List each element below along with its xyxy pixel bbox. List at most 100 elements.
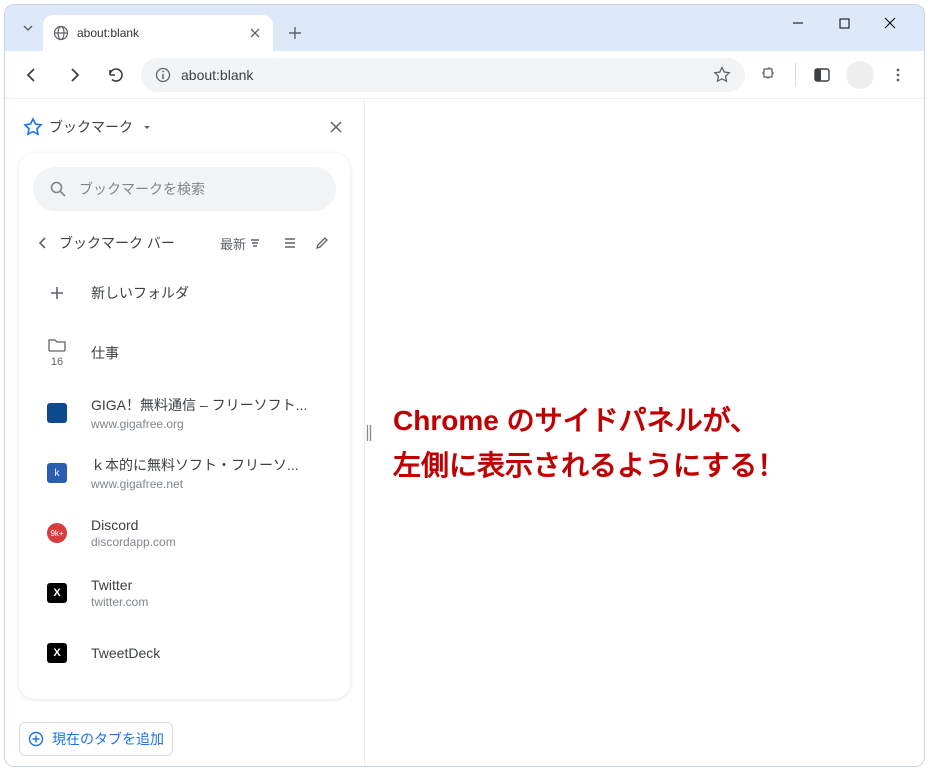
search-input[interactable] <box>79 181 320 197</box>
folder-item[interactable]: 16 仕事 <box>29 323 346 383</box>
plus-icon <box>288 26 302 40</box>
folder-icon-with-count: 16 <box>37 333 77 373</box>
reload-button[interactable] <box>99 58 133 92</box>
close-icon <box>250 28 260 38</box>
tab-close-button[interactable] <box>247 25 263 41</box>
pencil-icon <box>314 235 330 251</box>
section-header: ブックマーク バー 最新 <box>19 217 350 263</box>
panel-resize-handle[interactable] <box>365 99 373 766</box>
close-icon <box>329 120 343 134</box>
annotation-line-1: Chrome のサイドパネルが、 <box>393 399 904 444</box>
new-tab-button[interactable] <box>281 19 309 47</box>
bookmark-item[interactable]: X TweetDeck <box>29 623 346 683</box>
panel-header: ブックマーク <box>5 109 364 147</box>
chevron-down-icon <box>22 22 34 34</box>
toolbar: about:blank <box>5 51 924 99</box>
minimize-icon <box>792 17 804 29</box>
extensions-button[interactable] <box>753 59 785 91</box>
sort-button[interactable]: 最新 <box>220 234 262 253</box>
star-filled-icon <box>23 117 43 137</box>
bookmark-item[interactable]: 9k+ Discord discordapp.com <box>29 503 346 563</box>
bookmark-title: TweetDeck <box>91 645 338 661</box>
bookmark-url: twitter.com <box>91 595 338 609</box>
favicon: 9k+ <box>37 513 77 553</box>
favicon: k <box>37 453 77 493</box>
reload-icon <box>107 66 125 84</box>
add-current-tab-button[interactable]: 現在のタブを追加 <box>19 722 173 756</box>
url-text: about:blank <box>181 67 703 83</box>
profile-avatar[interactable] <box>846 61 874 89</box>
globe-icon <box>53 25 69 41</box>
side-panel-icon <box>813 66 831 84</box>
bookmark-url: www.gigafree.org <box>91 417 338 431</box>
bookmark-title: Discord <box>91 517 338 533</box>
address-bar[interactable]: about:blank <box>141 58 745 92</box>
new-folder-item[interactable]: 新しいフォルダ <box>29 263 346 323</box>
chrome-menu-button[interactable] <box>882 59 914 91</box>
bookmark-title: GIGA！無料通信 – フリーソフト... <box>91 395 338 415</box>
favicon: X <box>37 633 77 673</box>
breadcrumb-title: ブックマーク バー <box>59 233 212 253</box>
add-current-tab-label: 現在のタブを追加 <box>52 729 164 749</box>
page-content: Chrome のサイドパネルが、 左側に表示されるようにする！ <box>373 99 924 766</box>
list-icon <box>282 235 298 251</box>
folder-icon <box>48 338 66 352</box>
breadcrumb-back[interactable] <box>35 235 51 251</box>
window-controls <box>784 9 904 37</box>
bookmark-search[interactable] <box>33 167 336 211</box>
close-window-button[interactable] <box>876 9 904 37</box>
content-area: ブックマーク ブックマーク バー 最新 <box>5 99 924 766</box>
sort-label: 最新 <box>220 234 246 253</box>
bookmark-star-button[interactable] <box>713 66 731 84</box>
minimize-button[interactable] <box>784 9 812 37</box>
title-bar: about:blank <box>5 5 924 51</box>
bookmark-list[interactable]: 新しいフォルダ 16 仕事 GIGA！無料通信 – フリーソフト... www.g… <box>19 263 350 699</box>
bookmark-title: ｋ本的に無料ソフト・フリーソ... <box>91 455 338 475</box>
back-button[interactable] <box>15 58 49 92</box>
kebab-icon <box>890 67 906 83</box>
bookmark-url: www.gigafree.net <box>91 477 338 491</box>
panel-title: ブックマーク <box>49 117 133 137</box>
bookmark-title: Twitter <box>91 577 338 593</box>
star-icon <box>713 66 731 84</box>
search-wrap <box>19 153 350 217</box>
plus-icon <box>37 273 77 313</box>
toolbar-divider <box>795 63 796 87</box>
annotation-text: Chrome のサイドパネルが、 左側に表示されるようにする！ <box>393 399 904 489</box>
forward-button[interactable] <box>57 58 91 92</box>
side-panel: ブックマーク ブックマーク バー 最新 <box>5 99 365 766</box>
favicon: X <box>37 573 77 613</box>
plus-circle-icon <box>28 731 44 747</box>
favicon <box>37 393 77 433</box>
edit-button[interactable] <box>310 231 334 255</box>
tab-search-dropdown[interactable] <box>13 13 43 43</box>
arrow-right-icon <box>65 66 83 84</box>
arrow-left-icon <box>23 66 41 84</box>
close-icon <box>884 17 896 29</box>
tab-title: about:blank <box>77 26 239 40</box>
side-panel-button[interactable] <box>806 59 838 91</box>
bookmark-item[interactable]: k ｋ本的に無料ソフト・フリーソ... www.gigafree.net <box>29 443 346 503</box>
maximize-icon <box>839 18 850 29</box>
bookmark-url: discordapp.com <box>91 535 338 549</box>
panel-close-button[interactable] <box>326 117 346 137</box>
annotation-line-2: 左側に表示されるようにする！ <box>393 444 904 489</box>
maximize-button[interactable] <box>830 9 858 37</box>
sort-icon <box>248 236 262 250</box>
new-folder-label: 新しいフォルダ <box>91 283 338 303</box>
browser-tab[interactable]: about:blank <box>43 15 273 51</box>
view-list-button[interactable] <box>278 231 302 255</box>
bookmark-item[interactable]: GIGA！無料通信 – フリーソフト... www.gigafree.org <box>29 383 346 443</box>
search-icon <box>49 180 67 198</box>
add-current-tab-bar: 現在のタブを追加 <box>5 711 364 766</box>
arrow-left-icon <box>35 235 51 251</box>
folder-name: 仕事 <box>91 343 338 363</box>
chrome-window: about:blank about:blank <box>4 4 925 767</box>
bookmark-item[interactable]: X Twitter twitter.com <box>29 563 346 623</box>
site-info-icon[interactable] <box>155 67 171 83</box>
folder-count: 16 <box>51 356 63 368</box>
caret-down-icon <box>141 121 153 133</box>
panel-dropdown[interactable] <box>141 121 153 133</box>
drag-handle-icon <box>366 423 372 443</box>
bookmarks-card: ブックマーク バー 最新 新しいフォルダ 16 <box>19 153 350 699</box>
